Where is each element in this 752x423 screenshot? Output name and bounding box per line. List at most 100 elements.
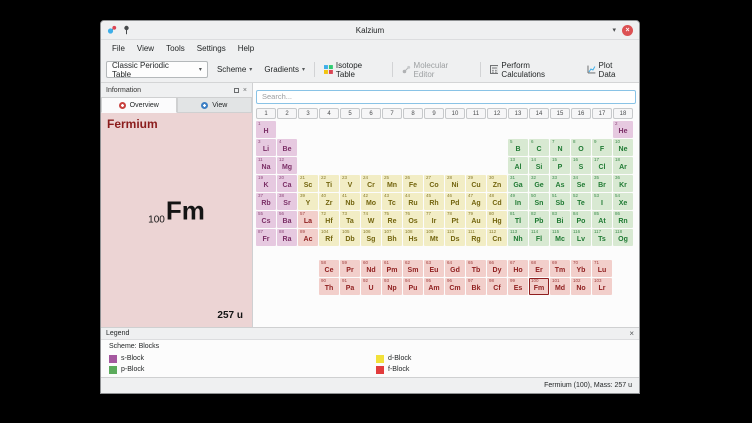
element-Re[interactable]: 75Re [382,211,402,228]
element-N[interactable]: 7N [550,139,570,156]
close-button[interactable]: × [622,25,633,36]
scheme-button[interactable]: Scheme ▾ [214,63,255,76]
element-Cu[interactable]: 29Cu [466,175,486,192]
element-Al[interactable]: 13Al [508,157,528,174]
isotope-table-button[interactable]: Isotope Table [321,59,386,81]
element-Am[interactable]: 95Am [424,278,444,295]
element-Yb[interactable]: 70Yb [571,260,591,277]
element-Np[interactable]: 93Np [382,278,402,295]
element-Au[interactable]: 79Au [466,211,486,228]
element-Ni[interactable]: 28Ni [445,175,465,192]
element-Mt[interactable]: 109Mt [424,229,444,246]
element-Cd[interactable]: 48Cd [487,193,507,210]
element-Lr[interactable]: 103Lr [592,278,612,295]
element-No[interactable]: 102No [571,278,591,295]
element-F[interactable]: 9F [592,139,612,156]
element-Ca[interactable]: 20Ca [277,175,297,192]
element-Tm[interactable]: 69Tm [550,260,570,277]
element-Ge[interactable]: 32Ge [529,175,549,192]
element-Nh[interactable]: 113Nh [508,229,528,246]
legend-header[interactable]: Legend × [101,327,639,340]
menu-tools[interactable]: Tools [160,42,191,55]
element-Se[interactable]: 34Se [571,175,591,192]
element-Fe[interactable]: 26Fe [403,175,423,192]
element-Mg[interactable]: 12Mg [277,157,297,174]
element-Cs[interactable]: 55Cs [256,211,276,228]
element-Ba[interactable]: 56Ba [277,211,297,228]
element-S[interactable]: 16S [571,157,591,174]
element-Cn[interactable]: 112Cn [487,229,507,246]
element-Cm[interactable]: 96Cm [445,278,465,295]
close-panel-icon[interactable]: × [243,87,247,94]
menu-file[interactable]: File [106,42,131,55]
element-Ru[interactable]: 44Ru [403,193,423,210]
element-Ga[interactable]: 31Ga [508,175,528,192]
element-Ir[interactable]: 77Ir [424,211,444,228]
element-Nd[interactable]: 60Nd [361,260,381,277]
float-panel-icon[interactable] [234,88,239,93]
element-Sm[interactable]: 62Sm [403,260,423,277]
element-Ts[interactable]: 117Ts [592,229,612,246]
element-Cf[interactable]: 98Cf [487,278,507,295]
element-In[interactable]: 49In [508,193,528,210]
element-O[interactable]: 8O [571,139,591,156]
menu-view[interactable]: View [131,42,160,55]
element-Ho[interactable]: 67Ho [508,260,528,277]
title-bar[interactable]: Kalzium ▾ × [101,21,639,40]
element-Po[interactable]: 84Po [571,211,591,228]
element-C[interactable]: 6C [529,139,549,156]
element-K[interactable]: 19K [256,175,276,192]
element-Fm[interactable]: 100Fm [529,278,549,295]
pin-icon[interactable] [122,25,131,35]
element-Co[interactable]: 27Co [424,175,444,192]
information-panel-header[interactable]: Information × [101,83,252,97]
element-Hg[interactable]: 80Hg [487,211,507,228]
element-Nb[interactable]: 41Nb [340,193,360,210]
element-Ag[interactable]: 47Ag [466,193,486,210]
element-Na[interactable]: 11Na [256,157,276,174]
element-Zn[interactable]: 30Zn [487,175,507,192]
element-Ds[interactable]: 110Ds [445,229,465,246]
element-Os[interactable]: 76Os [403,211,423,228]
element-Pa[interactable]: 91Pa [340,278,360,295]
element-Sr[interactable]: 38Sr [277,193,297,210]
element-Tc[interactable]: 43Tc [382,193,402,210]
element-Hs[interactable]: 108Hs [403,229,423,246]
element-V[interactable]: 23V [340,175,360,192]
element-Cr[interactable]: 24Cr [361,175,381,192]
element-Lv[interactable]: 116Lv [571,229,591,246]
element-Be[interactable]: 4Be [277,139,297,156]
menu-settings[interactable]: Settings [191,42,232,55]
element-Mc[interactable]: 115Mc [550,229,570,246]
element-B[interactable]: 5B [508,139,528,156]
element-Dy[interactable]: 66Dy [487,260,507,277]
element-Y[interactable]: 39Y [298,193,318,210]
element-Rb[interactable]: 37Rb [256,193,276,210]
element-Ar[interactable]: 18Ar [613,157,633,174]
element-Sc[interactable]: 21Sc [298,175,318,192]
element-Rf[interactable]: 104Rf [319,229,339,246]
element-Zr[interactable]: 40Zr [319,193,339,210]
molecular-editor-button[interactable]: Molecular Editor [399,59,474,81]
element-Ti[interactable]: 22Ti [319,175,339,192]
gradients-button[interactable]: Gradients ▾ [261,63,308,76]
element-Es[interactable]: 99Es [508,278,528,295]
element-Mo[interactable]: 42Mo [361,193,381,210]
element-Ta[interactable]: 73Ta [340,211,360,228]
element-La[interactable]: 57La [298,211,318,228]
element-Mn[interactable]: 25Mn [382,175,402,192]
element-Pm[interactable]: 61Pm [382,260,402,277]
element-Ra[interactable]: 88Ra [277,229,297,246]
element-Gd[interactable]: 64Gd [445,260,465,277]
element-W[interactable]: 74W [361,211,381,228]
element-Pu[interactable]: 94Pu [403,278,423,295]
element-He[interactable]: 2He [613,121,633,138]
perform-calculations-button[interactable]: Perform Calculations [487,59,578,81]
element-Rh[interactable]: 45Rh [424,193,444,210]
element-Kr[interactable]: 36Kr [613,175,633,192]
element-Fr[interactable]: 87Fr [256,229,276,246]
element-Pr[interactable]: 59Pr [340,260,360,277]
element-Md[interactable]: 101Md [550,278,570,295]
element-Db[interactable]: 105Db [340,229,360,246]
element-At[interactable]: 85At [592,211,612,228]
